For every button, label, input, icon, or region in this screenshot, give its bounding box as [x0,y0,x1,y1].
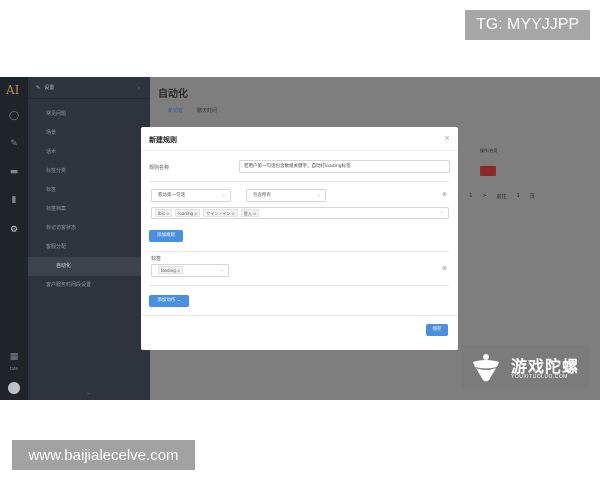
chevron-down-icon: ⌄ [221,192,226,198]
app-logo: AI [6,83,20,97]
sidebar-header-icon: ✎ [36,84,41,91]
add-action-label: 添加动作 [157,298,176,303]
collapse-icon[interactable]: ‹ [138,85,140,92]
divider [149,181,449,182]
sidebar-item-faq[interactable]: 常见问题 [28,105,150,124]
next-page-icon[interactable]: > [482,193,486,200]
condition-field-select[interactable]: 客访第一句话 ⌄ [151,189,231,202]
keyword-tags-input[interactable]: Ibis⊗ loading⊗ サイン・イン⊗ 登入⊗ ⌄ [151,207,449,219]
keyword-tag: Ibis⊗ [155,209,173,217]
dialog-header: 新建规则 × [141,127,458,151]
page-number[interactable]: 1 [469,193,472,200]
sidebar-item-tag-category[interactable]: 标签分类 [28,162,150,181]
pagination: < 1 > 前往 1 页 [455,193,535,200]
remove-tag-icon[interactable]: ⊗ [166,211,169,216]
sidebar-item-scene[interactable]: 场景 [28,124,150,143]
remove-tag-icon[interactable]: ⊗ [231,211,234,216]
add-action-button[interactable]: 添加动作 ⌄ [149,295,189,307]
sidebar-header-label: 设置 [44,85,55,91]
tab-chat-time[interactable]: 聊天时间 [197,107,217,114]
remove-tag-icon[interactable]: ⊗ [253,211,256,216]
gear-icon[interactable]: ⚙ [9,225,19,235]
sidebar-item-tags[interactable]: 标签 [28,181,150,200]
chart-icon[interactable]: ▮ [9,195,19,205]
remove-tag-icon[interactable]: ⊗ [194,211,197,216]
goto-label: 前往 [496,194,507,200]
icon-rail: AI ◯ ✎ ▬ ▮ ⚙ ▦ tate [0,77,28,400]
condition-operator-value: 包含所有 [253,193,271,198]
goto-input[interactable]: 1 [517,193,520,200]
keyword-tag: サイン・イン⊗ [203,209,238,217]
divider [149,251,449,252]
rule-name-label: 规则名称 [149,165,170,171]
sidebar-item-service-hours[interactable]: 客户服务时间段设置 [28,276,150,295]
sidebar-item-visitor-status[interactable]: 标记访客状态 [28,219,150,238]
action-tag: loading⊗ [158,266,184,274]
sidebar-header: ✎ 设置 ‹ [28,77,150,99]
sidebar-item-agent-assign[interactable]: 客服分配 [28,238,150,257]
chevron-down-icon: ⌄ [219,267,224,273]
condition-field-value: 客访第一句话 [158,193,185,198]
settings-sidebar: ✎ 设置 ‹ 常见问题 场景 话术 标签分类 标签 标签档案 标记访客状态 客服… [28,77,150,400]
url-watermark: www.baijialecelve.com [12,440,195,470]
save-button[interactable]: 保存 [426,324,448,336]
chevron-down-icon: ⌄ [439,209,444,215]
new-rule-dialog: 新建规则 × 规则名称 若用户第一句话包含数组关键字，自动打loading标签 … [141,127,458,350]
watermark-subtitle: YOUXITUOLUO.COM [511,374,568,380]
message-icon[interactable]: ▬ [9,167,19,177]
page-suffix: 页 [529,194,535,200]
scroll-down-icon[interactable]: ⌄ [86,389,91,396]
avatar[interactable] [8,382,20,394]
chevron-down-icon: ⌄ [316,192,321,198]
close-icon[interactable]: × [444,134,450,142]
grid-icon[interactable]: ▦ [9,352,19,362]
dialog-title: 新建规则 [149,136,177,144]
user-label: tate [9,366,19,371]
keyword-tag: loading⊗ [175,209,201,217]
table-action-header: 操作/启用 [480,148,498,153]
action-label: 标签 [151,256,162,262]
chevron-down-icon: ⌄ [176,298,181,303]
page-tabs: 新访客 聊天时间 [168,107,217,114]
action-tag-select[interactable]: loading⊗ ⌄ [151,264,229,277]
condition-operator-select[interactable]: 包含所有 ⌄ [246,189,326,202]
tg-watermark: TG: MYYJJPP [465,10,590,40]
remove-condition-icon[interactable]: ⊗ [442,191,447,198]
delete-button[interactable] [480,166,496,176]
youxituoluo-watermark: 游戏陀螺 YOUXITUOLUO.COM [461,345,589,389]
page-title: 自动化 [158,89,188,100]
divider [141,315,458,316]
sidebar-item-automation[interactable]: 自动化 [28,257,150,276]
rule-name-input[interactable]: 若用户第一句话包含数组关键字，自动打loading标签 [239,160,450,173]
remove-action-icon[interactable]: ⊗ [442,265,447,272]
keyword-tag: 登入⊗ [240,209,260,217]
tab-new-visitor[interactable]: 新访客 [168,107,183,114]
add-condition-button[interactable]: 添加规则 [149,230,183,242]
wrench-icon[interactable]: ✎ [9,139,19,149]
sidebar-item-tag-archive[interactable]: 标签档案 [28,200,150,219]
sidebar-item-scripts[interactable]: 话术 [28,143,150,162]
circle-icon[interactable]: ◯ [9,111,19,121]
remove-tag-icon[interactable]: ⊗ [177,268,180,273]
divider [149,285,449,286]
spinning-top-logo [473,354,499,382]
